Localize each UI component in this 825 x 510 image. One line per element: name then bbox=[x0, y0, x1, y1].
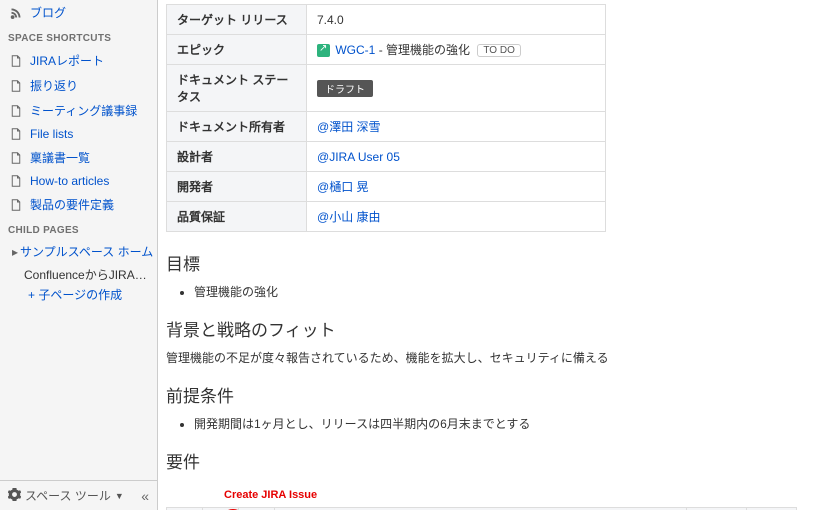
page-icon bbox=[8, 55, 24, 67]
annotation-label: Create JIRA Issue bbox=[224, 489, 317, 501]
tree-child-current[interactable]: ConfluenceからJIRA課題... bbox=[8, 263, 157, 286]
sidebar-item-label: JIRAレポート bbox=[30, 52, 104, 69]
chevron-down-icon: ▼ bbox=[115, 491, 124, 501]
metadata-table: ターゲット リリース7.4.0 エピック WGC-1 - 管理機能の強化 TO … bbox=[166, 4, 606, 232]
main-content: ターゲット リリース7.4.0 エピック WGC-1 - 管理機能の強化 TO … bbox=[158, 0, 825, 510]
collapse-sidebar-button[interactable]: « bbox=[141, 488, 149, 504]
section-shortcuts: SPACE SHORTCUTS bbox=[0, 25, 157, 48]
sidebar-item-proposals[interactable]: 稟議書一覧 bbox=[0, 145, 157, 170]
meta-label: 品質保証 bbox=[167, 202, 307, 232]
rss-icon bbox=[8, 7, 24, 19]
mention-designer[interactable]: JIRA User 05 bbox=[317, 150, 400, 164]
meta-label: 設計者 bbox=[167, 142, 307, 172]
page-icon bbox=[8, 80, 24, 92]
status-lozenge: TO DO bbox=[477, 44, 520, 57]
sidebar-item-jira-report[interactable]: JIRAレポート bbox=[0, 48, 157, 73]
draft-badge: ドラフト bbox=[317, 80, 373, 97]
sidebar-item-label: 振り返り bbox=[30, 77, 78, 94]
page-icon bbox=[8, 128, 24, 140]
section-child-pages: CHILD PAGES bbox=[0, 217, 157, 240]
sidebar-item-label: 製品の要件定義 bbox=[30, 196, 114, 213]
sidebar-item-retro[interactable]: 振り返り bbox=[0, 73, 157, 98]
sidebar-item-label: ブログ bbox=[30, 4, 66, 21]
mention-developer[interactable]: 樋口 晃 bbox=[317, 180, 369, 194]
meta-label: ターゲット リリース bbox=[167, 5, 307, 35]
section-precond-title: 前提条件 bbox=[166, 382, 797, 407]
sidebar-item-file-lists[interactable]: File lists bbox=[0, 123, 157, 145]
epic-text: - 管理機能の強化 bbox=[379, 43, 470, 57]
meta-label: 開発者 bbox=[167, 172, 307, 202]
sidebar-item-meeting[interactable]: ミーティング議事録 bbox=[0, 98, 157, 123]
sidebar-item-label: How-to articles bbox=[30, 174, 109, 188]
sidebar-blog[interactable]: ブログ bbox=[0, 0, 157, 25]
jira-issue-link[interactable]: WGC-1 bbox=[335, 43, 375, 57]
page-icon bbox=[8, 199, 24, 211]
mention-qa[interactable]: 小山 康由 bbox=[317, 210, 381, 224]
meta-value: 7.4.0 bbox=[307, 5, 606, 35]
sidebar-footer: スペース ツール ▼ « bbox=[0, 480, 157, 510]
gear-icon bbox=[8, 488, 21, 504]
tree-root[interactable]: ▸サンプルスペース ホーム bbox=[8, 240, 157, 263]
sidebar-item-label: File lists bbox=[30, 127, 73, 141]
sidebar-item-requirements[interactable]: 製品の要件定義 bbox=[0, 192, 157, 217]
meta-label: エピック bbox=[167, 35, 307, 65]
section-goals-title: 目標 bbox=[166, 250, 797, 275]
sidebar-item-howto[interactable]: How-to articles bbox=[0, 170, 157, 192]
space-tools-button[interactable]: スペース ツール ▼ bbox=[8, 487, 124, 504]
section-requirements-title: 要件 bbox=[166, 448, 797, 473]
meta-label: ドキュメント所有者 bbox=[167, 112, 307, 142]
meta-label: ドキュメント ステータス bbox=[167, 65, 307, 112]
tree-expand-icon: ▸ bbox=[12, 245, 18, 259]
page-icon bbox=[8, 105, 24, 117]
sidebar-item-label: ミーティング議事録 bbox=[30, 102, 137, 119]
create-child-page[interactable]: + 子ページの作成 bbox=[8, 286, 157, 303]
goal-item: 管理機能の強化 bbox=[194, 283, 797, 300]
background-text: 管理機能の不足が度々報告されているため、機能を拡大し、セキュリティに備える bbox=[166, 349, 797, 366]
sidebar: ブログ SPACE SHORTCUTS JIRAレポート 振り返り ミーティング… bbox=[0, 0, 158, 510]
sidebar-item-label: 稟議書一覧 bbox=[30, 149, 90, 166]
mention-owner[interactable]: 澤田 深雪 bbox=[317, 120, 381, 134]
precond-item: 開発期間は1ヶ月とし、リリースは四半期内の6月末までとする bbox=[194, 415, 797, 432]
jira-issue-icon bbox=[317, 44, 330, 57]
section-background-title: 背景と戦略のフィット bbox=[166, 316, 797, 341]
page-icon bbox=[8, 175, 24, 187]
page-icon bbox=[8, 152, 24, 164]
